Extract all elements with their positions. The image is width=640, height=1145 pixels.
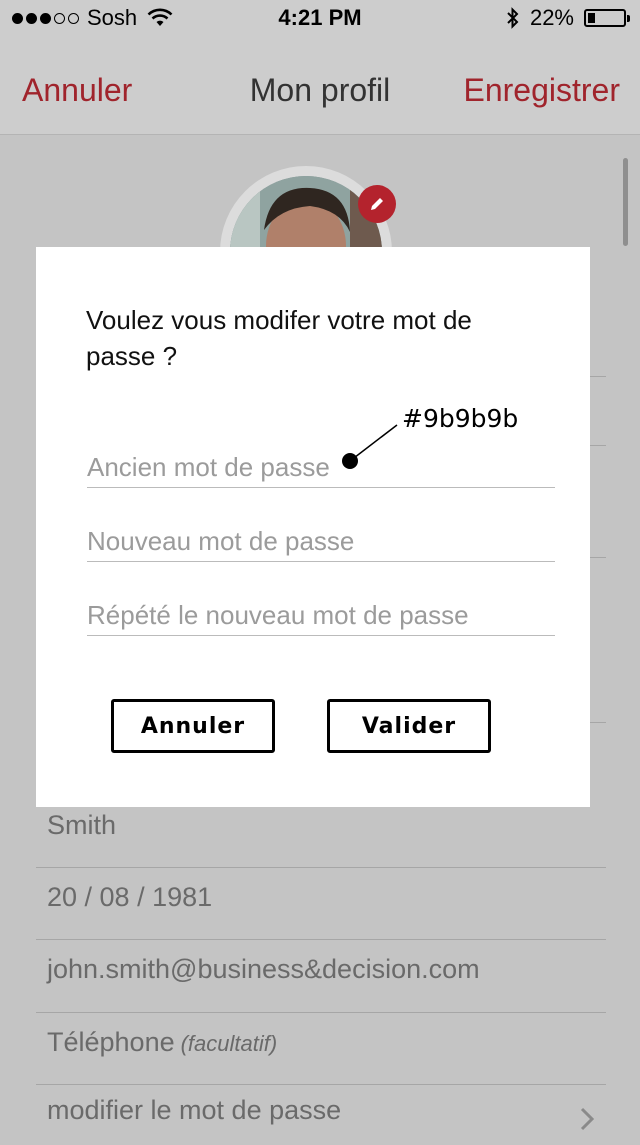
navigation-bar: Annuler Mon profil Enregistrer — [0, 36, 640, 135]
save-nav-button[interactable]: Enregistrer — [464, 72, 621, 109]
birth-date-field[interactable]: 20 / 08 / 1981 — [36, 868, 606, 940]
pencil-icon — [371, 198, 383, 210]
chevron-right-icon — [580, 1107, 594, 1131]
status-bar: Sosh 4:21 PM 22% — [0, 0, 640, 36]
divider — [590, 445, 606, 446]
dialog-validate-button[interactable]: Valider — [327, 699, 491, 753]
divider — [590, 557, 606, 558]
email-field[interactable]: john.smith@business&decision.com — [36, 940, 606, 1013]
email-value: john.smith@business&decision.com — [47, 954, 480, 984]
edit-avatar-button[interactable] — [358, 185, 396, 223]
divider — [590, 376, 606, 377]
phone-label: Téléphone — [47, 1027, 175, 1057]
dialog-cancel-button[interactable]: Annuler — [111, 699, 275, 753]
last-name-value: Smith — [47, 810, 117, 840]
phone-field[interactable]: Téléphone (facultatif) — [36, 1013, 606, 1085]
phone-optional-hint: (facultatif) — [180, 1031, 278, 1056]
annotation-leader — [342, 424, 398, 469]
repeat-password-input[interactable] — [87, 595, 555, 635]
scrollbar-thumb[interactable] — [623, 158, 628, 246]
birth-date-value: 20 / 08 / 1981 — [47, 882, 213, 912]
change-password-row[interactable]: modifier le mot de passe — [36, 1085, 606, 1145]
annotation-color-label: #9b9b9b — [402, 404, 519, 433]
status-right: 22% — [506, 5, 630, 31]
dialog-message: Voulez vous modifer votre mot de passe ? — [86, 305, 472, 371]
new-password-input[interactable] — [87, 521, 555, 561]
annotation-dot — [342, 453, 358, 469]
divider — [590, 722, 606, 723]
old-password-input[interactable] — [87, 447, 555, 487]
phone-placeholder: Téléphone (facultatif) — [47, 1027, 277, 1058]
bluetooth-icon — [507, 7, 519, 29]
repeat-password-field[interactable] — [87, 595, 555, 636]
new-password-field[interactable] — [87, 521, 555, 562]
battery-icon — [584, 9, 630, 27]
old-password-field[interactable] — [87, 447, 555, 488]
battery-percent: 22% — [529, 5, 574, 30]
change-password-label: modifier le mot de passe — [47, 1095, 342, 1125]
